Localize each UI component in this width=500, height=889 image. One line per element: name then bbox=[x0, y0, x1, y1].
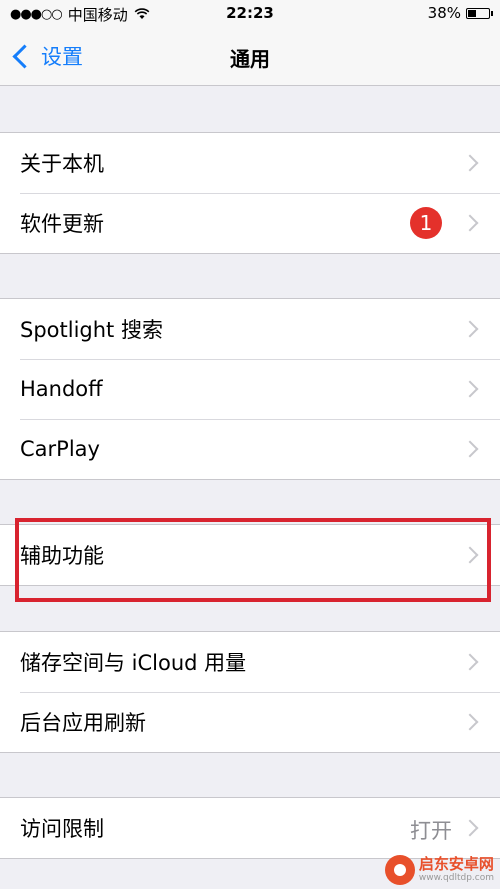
row-label: 辅助功能 bbox=[20, 544, 104, 568]
row-accessibility[interactable]: 辅助功能 bbox=[0, 525, 500, 585]
row-label: 后台应用刷新 bbox=[20, 711, 146, 735]
status-right: 38% bbox=[427, 4, 493, 22]
navigation-bar: 设置 通用 bbox=[0, 28, 500, 86]
battery-icon bbox=[466, 7, 493, 19]
chevron-right-icon bbox=[461, 214, 479, 232]
site-watermark: 启东安卓网 www.qdltdp.com bbox=[384, 855, 494, 885]
row-label: CarPlay bbox=[20, 437, 100, 461]
row-software-update[interactable]: 软件更新 1 bbox=[0, 193, 500, 253]
battery-percent: 38% bbox=[427, 4, 461, 22]
row-handoff[interactable]: Handoff bbox=[0, 359, 500, 419]
row-spotlight-search[interactable]: Spotlight 搜索 bbox=[0, 299, 500, 359]
chevron-right-icon bbox=[461, 819, 479, 837]
status-bar: ●●●○○ 中国移动 22:23 38% bbox=[0, 0, 500, 28]
row-label: 访问限制 bbox=[20, 817, 104, 841]
watermark-logo-icon bbox=[384, 855, 415, 885]
row-label: 软件更新 bbox=[20, 212, 104, 236]
row-background-app-refresh[interactable]: 后台应用刷新 bbox=[0, 692, 500, 752]
row-label: Spotlight 搜索 bbox=[20, 318, 163, 342]
chevron-right-icon bbox=[461, 154, 479, 172]
status-time: 22:23 bbox=[226, 4, 274, 22]
chevron-right-icon bbox=[461, 320, 479, 338]
chevron-right-icon bbox=[461, 546, 479, 564]
settings-group-1: 关于本机 软件更新 1 bbox=[0, 132, 500, 254]
chevron-right-icon bbox=[461, 440, 479, 458]
settings-group-2: Spotlight 搜索 Handoff CarPlay bbox=[0, 298, 500, 480]
settings-group-5: 访问限制 打开 bbox=[0, 797, 500, 859]
restrictions-status: 打开 bbox=[410, 819, 452, 843]
watermark-name: 启东安卓网 bbox=[418, 855, 494, 873]
row-label: 储存空间与 iCloud 用量 bbox=[20, 651, 247, 675]
update-count-badge: 1 bbox=[410, 207, 442, 239]
chevron-right-icon bbox=[461, 713, 479, 731]
settings-group-4: 储存空间与 iCloud 用量 后台应用刷新 bbox=[0, 631, 500, 753]
row-about[interactable]: 关于本机 bbox=[0, 133, 500, 193]
chevron-right-icon bbox=[461, 380, 479, 398]
row-label: 关于本机 bbox=[20, 152, 104, 176]
row-label: Handoff bbox=[20, 377, 103, 401]
row-restrictions[interactable]: 访问限制 打开 bbox=[0, 798, 500, 858]
page-title: 通用 bbox=[230, 47, 270, 71]
watermark-url: www.qdltdp.com bbox=[418, 873, 494, 883]
row-carplay[interactable]: CarPlay bbox=[0, 419, 500, 479]
chevron-right-icon bbox=[461, 653, 479, 671]
row-storage-icloud-usage[interactable]: 储存空间与 iCloud 用量 bbox=[0, 632, 500, 692]
settings-group-3: 辅助功能 bbox=[0, 524, 500, 586]
